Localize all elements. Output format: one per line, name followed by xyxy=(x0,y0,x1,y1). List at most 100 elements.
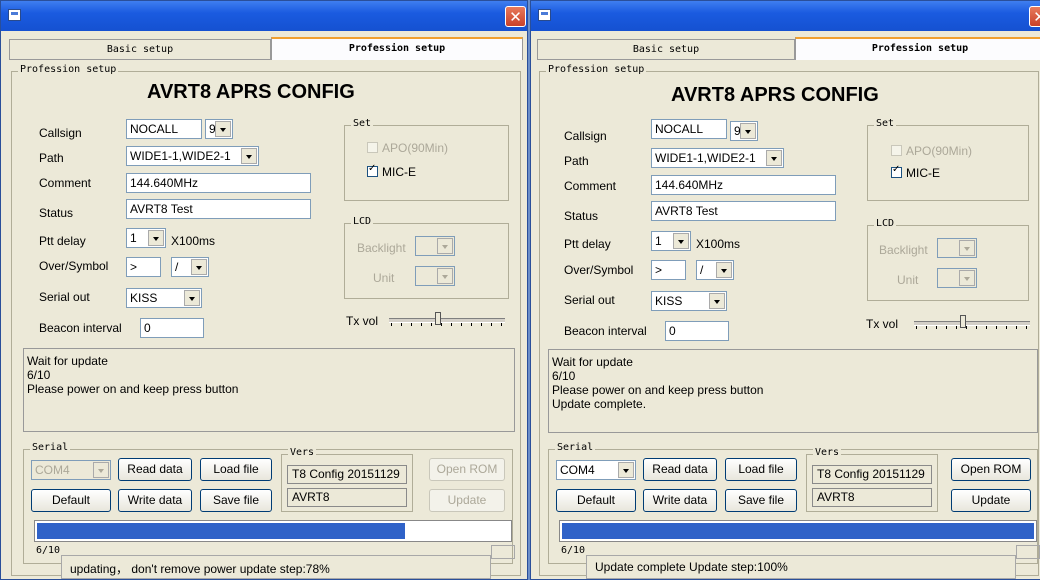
update-progress-bar xyxy=(34,520,512,542)
title-bar[interactable]: ✕ xyxy=(531,1,1040,31)
read-data-button[interactable]: Read data xyxy=(118,458,192,481)
serial-out-value: KISS xyxy=(655,294,683,308)
save-file-button[interactable]: Save file xyxy=(725,489,797,512)
version-model: AVRT8 xyxy=(287,488,407,507)
apo-checkbox[interactable]: APO(90Min) xyxy=(891,144,972,158)
overlay-input[interactable]: > xyxy=(651,260,686,280)
chevron-down-icon xyxy=(184,290,200,306)
ptt-delay-select[interactable]: 1 xyxy=(651,231,691,251)
over-symbol-label: Over/Symbol xyxy=(39,259,109,273)
write-data-button[interactable]: Write data xyxy=(643,489,717,512)
update-button[interactable]: Update xyxy=(429,489,505,512)
default-button[interactable]: Default xyxy=(556,489,636,512)
symbol-select[interactable]: / xyxy=(696,260,734,280)
checkbox-box xyxy=(891,145,902,156)
log-line: 6/10 xyxy=(27,368,51,382)
mic-e-checkbox[interactable]: MIC-E xyxy=(891,164,940,180)
status-corner-box xyxy=(491,545,515,559)
tab-basic-setup[interactable]: Basic setup xyxy=(9,39,271,59)
ptt-unit-label: X100ms xyxy=(171,234,216,248)
serial-out-select[interactable]: KISS xyxy=(126,288,202,308)
load-file-button[interactable]: Load file xyxy=(725,458,797,481)
comment-input[interactable]: 144.640MHz xyxy=(126,173,311,193)
version-group-title: Vers xyxy=(813,447,842,458)
ptt-delay-select[interactable]: 1 xyxy=(126,228,166,248)
ssid-select[interactable]: 9 xyxy=(730,121,758,141)
path-select[interactable]: WIDE1-1,WIDE2-1 xyxy=(651,148,784,168)
log-line: Please power on and keep press button xyxy=(27,382,239,396)
chevron-down-icon xyxy=(191,259,207,275)
ptt-unit-label: X100ms xyxy=(696,237,741,251)
status-label: Status xyxy=(564,209,599,223)
symbol-select[interactable]: / xyxy=(171,257,209,277)
chevron-down-icon xyxy=(959,240,975,256)
tx-vol-label: Tx vol xyxy=(866,317,899,331)
tx-vol-slider[interactable] xyxy=(914,314,1030,332)
log-line: 6/10 xyxy=(552,369,576,383)
tx-vol-slider[interactable] xyxy=(389,311,505,329)
read-data-button[interactable]: Read data xyxy=(643,458,717,481)
backlight-select[interactable] xyxy=(415,236,455,256)
com-port-select[interactable]: COM4 xyxy=(556,460,636,480)
save-file-button[interactable]: Save file xyxy=(200,489,272,512)
serial-out-label: Serial out xyxy=(39,290,90,304)
slider-thumb[interactable] xyxy=(434,312,441,325)
update-log: Wait for update 6/10 Please power on and… xyxy=(23,348,515,432)
slider-thumb[interactable] xyxy=(959,315,966,328)
tab-basic-setup[interactable]: Basic setup xyxy=(537,39,795,59)
load-file-button[interactable]: Load file xyxy=(200,458,272,481)
chevron-down-icon xyxy=(716,262,732,278)
lcd-group-title: LCD xyxy=(874,218,897,229)
open-rom-button[interactable]: Open ROM xyxy=(951,458,1031,481)
default-button[interactable]: Default xyxy=(31,489,111,512)
version-firmware: T8 Config 20151129 xyxy=(287,465,407,484)
status-input[interactable]: AVRT8 Test xyxy=(126,199,311,219)
symbol-value: / xyxy=(175,260,179,274)
unit-select[interactable] xyxy=(937,268,977,288)
update-button[interactable]: Update xyxy=(951,489,1031,512)
status-message: Update complete Update step:100% xyxy=(586,555,1016,579)
log-line: Please power on and keep press button xyxy=(552,383,764,397)
chevron-down-icon xyxy=(93,462,109,478)
mic-e-checkbox[interactable]: MIC-E xyxy=(367,163,416,179)
ptt-delay-value: 1 xyxy=(655,234,662,248)
tab-profession-setup[interactable]: Profession setup xyxy=(271,37,523,60)
serial-group-title: Serial xyxy=(555,442,596,453)
ssid-select[interactable]: 9 xyxy=(205,119,233,139)
serial-out-select[interactable]: KISS xyxy=(651,291,727,311)
title-bar[interactable]: ✕ xyxy=(1,1,527,31)
tab-strip: Basic setup Profession setup xyxy=(537,37,1040,60)
unit-select[interactable] xyxy=(415,266,455,286)
group-title: Profession setup xyxy=(546,64,647,75)
checkbox-box-checked xyxy=(891,164,902,178)
status-input[interactable]: AVRT8 Test xyxy=(651,201,836,221)
write-data-button[interactable]: Write data xyxy=(118,489,192,512)
open-rom-button[interactable]: Open ROM xyxy=(429,458,505,481)
mic-e-label: MIC-E xyxy=(906,166,940,180)
app-heading: AVRT8 APRS CONFIG xyxy=(147,81,355,103)
slider-ticks xyxy=(391,323,503,326)
comment-input[interactable]: 144.640MHz xyxy=(651,175,836,195)
apo-checkbox[interactable]: APO(90Min) xyxy=(367,141,448,155)
beacon-interval-input[interactable]: 0 xyxy=(665,321,729,341)
unit-label: Unit xyxy=(373,271,395,285)
tab-profession-setup[interactable]: Profession setup xyxy=(795,37,1040,60)
close-button[interactable]: ✕ xyxy=(505,6,526,27)
beacon-interval-label: Beacon interval xyxy=(564,324,647,338)
ptt-delay-label: Ptt delay xyxy=(39,234,86,248)
chevron-down-icon xyxy=(437,268,453,284)
callsign-input[interactable]: NOCALL xyxy=(651,119,727,139)
chevron-down-icon xyxy=(241,148,257,164)
com-port-select[interactable]: COM4 xyxy=(31,460,111,480)
serial-out-label: Serial out xyxy=(564,293,615,307)
callsign-input[interactable]: NOCALL xyxy=(126,119,202,139)
beacon-interval-input[interactable]: 0 xyxy=(140,318,204,338)
overlay-input[interactable]: > xyxy=(126,257,161,277)
path-label: Path xyxy=(39,151,64,165)
path-select[interactable]: WIDE1-1,WIDE2-1 xyxy=(126,146,259,166)
close-button[interactable]: ✕ xyxy=(1029,6,1040,27)
backlight-select[interactable] xyxy=(937,238,977,258)
lcd-group: LCD xyxy=(867,218,1029,301)
status-corner-box xyxy=(1016,545,1040,559)
comment-label: Comment xyxy=(564,179,617,193)
